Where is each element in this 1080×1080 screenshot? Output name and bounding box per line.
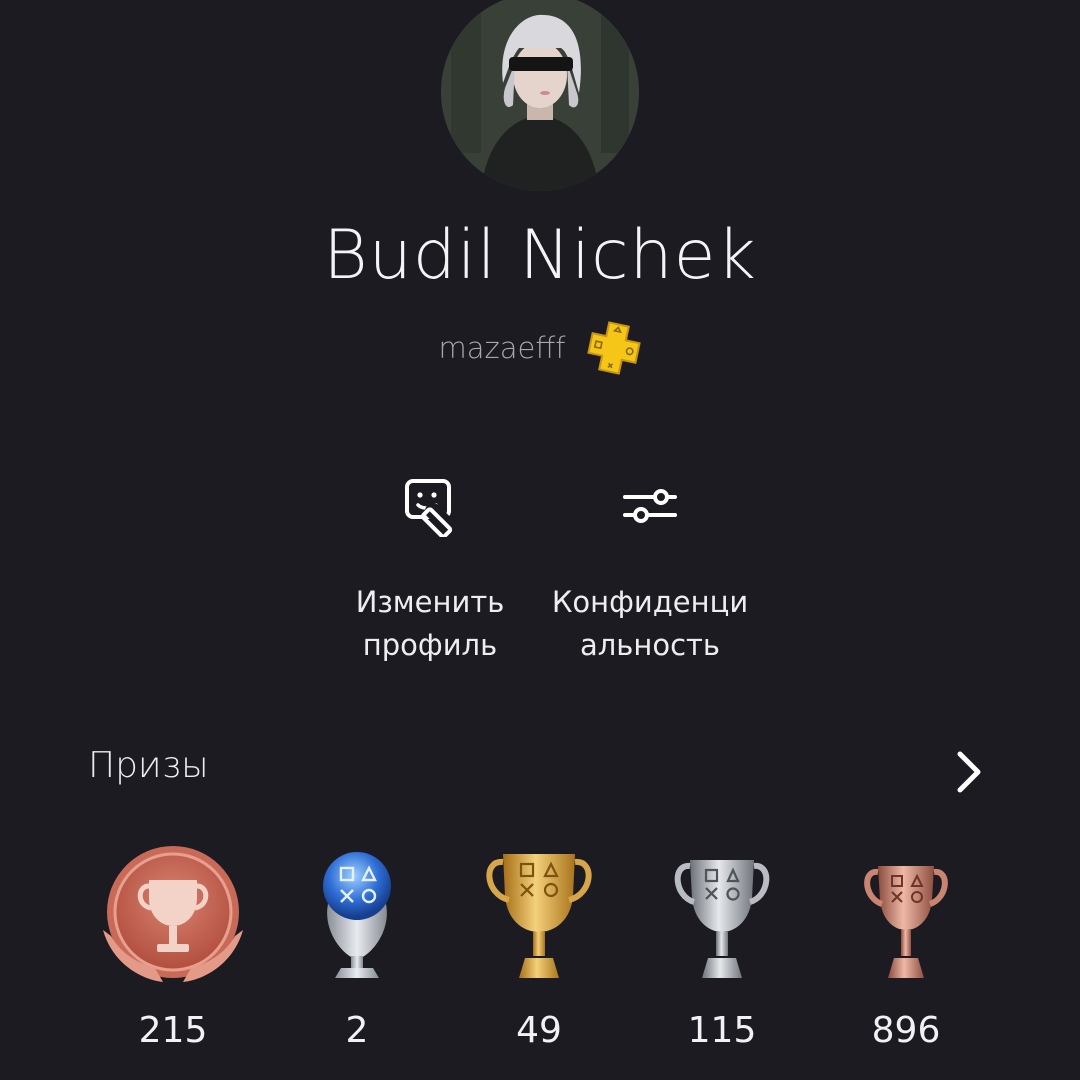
platinum-trophy-count: 2 [345,1010,369,1051]
trophy-platinum[interactable]: 2 [272,840,442,1051]
edit-profile-label-line-1: Изменить [355,585,505,619]
gold-trophy-icon [454,840,624,990]
platinum-trophy-icon [272,840,442,990]
online-id-row: mazaefff [0,320,1080,376]
bronze-trophy-count: 896 [871,1010,941,1051]
display-name: Budil Nichek [323,216,757,295]
edit-profile-label-line-2: профиль [362,628,498,662]
trophy-level[interactable]: 215 [88,840,258,1051]
edit-profile-icon [320,475,540,541]
silver-trophy-icon [637,840,807,990]
trophy-level-count: 215 [138,1010,208,1051]
trophy-bronze[interactable]: 896 [821,840,991,1051]
silver-trophy-count: 115 [687,1010,757,1051]
avatar[interactable] [441,0,639,191]
trophy-gold[interactable]: 49 [454,840,624,1051]
sliders-icon [540,475,760,541]
privacy-label: Конфиденци альность [540,581,760,667]
privacy-settings-button[interactable]: Конфиденци альность [540,475,760,667]
playstation-plus-icon [586,320,642,376]
bronze-trophy-icon [821,840,991,990]
chevron-right-icon[interactable] [948,748,992,796]
privacy-label-line-1: Конфиденци [551,585,749,619]
privacy-label-line-2: альность [579,628,721,662]
online-id: mazaefff [438,331,566,365]
trophies-title: Призы [88,745,209,786]
gold-trophy-count: 49 [516,1010,562,1051]
trophy-level-icon [88,840,258,990]
trophy-silver[interactable]: 115 [637,840,807,1051]
edit-profile-button[interactable]: Изменить профиль [320,475,540,667]
edit-profile-label: Изменить профиль [320,581,540,667]
